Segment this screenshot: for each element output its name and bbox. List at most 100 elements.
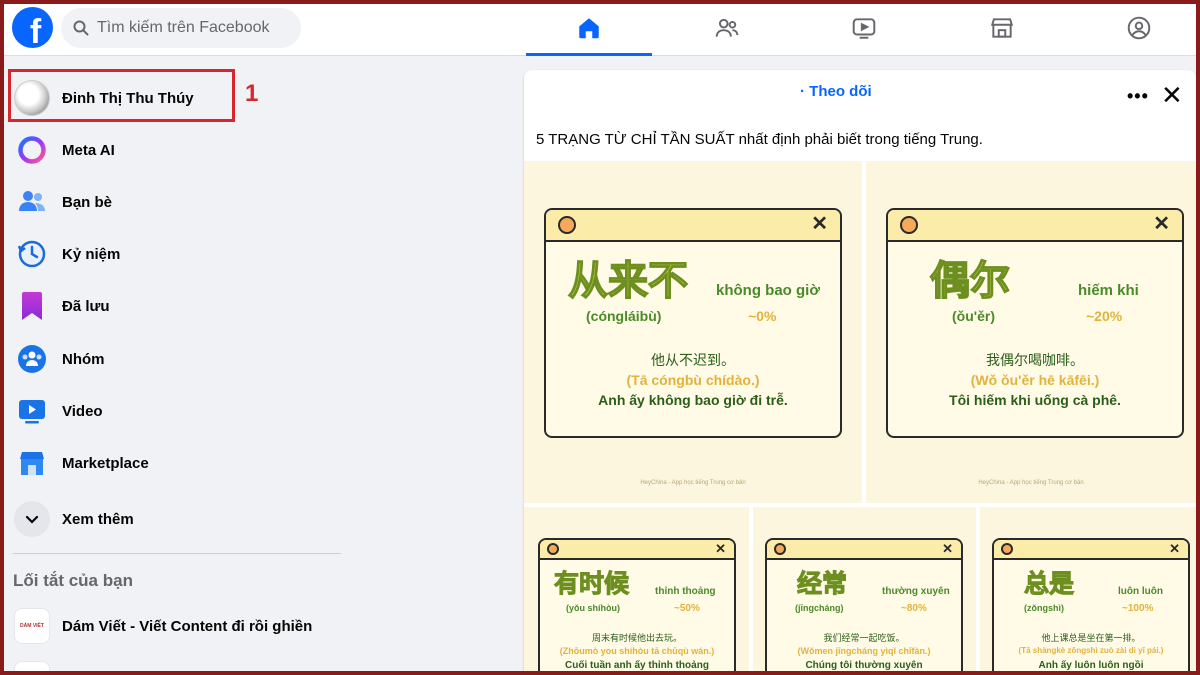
shortcut-thumb-text: DÁM VIẾT — [20, 623, 44, 629]
card-pinyin: (jīngcháng) — [795, 603, 844, 613]
sidebar-item-meta-ai[interactable]: Meta AI — [8, 124, 338, 176]
card-dot-icon — [547, 543, 559, 555]
sidebar-item-label: Marketplace — [62, 454, 149, 472]
facebook-logo[interactable]: f — [12, 7, 53, 48]
search-box[interactable] — [61, 8, 301, 48]
card-example-vietnamese: Tôi hiếm khi uống cà phê. — [949, 392, 1121, 408]
card-close-icon: ✕ — [811, 213, 828, 235]
card-meaning: thường xuyên — [882, 586, 950, 597]
sidebar-item-label: Kỷ niệm — [62, 245, 121, 263]
image-credit: HeyChina - App học tiếng Trung cơ bản — [978, 480, 1084, 486]
vocab-card: ✕ 经常 thường xuyên (jīngcháng) ~80% 我们经常一… — [765, 538, 963, 675]
post-image[interactable]: ✕ 有时候 thỉnh thoảng (yǒu shíhòu) ~50% 周末有… — [524, 507, 749, 675]
card-hanzi: 从来不 — [567, 257, 689, 305]
card-example-chinese: 他上课总是坐在第一排。 — [1041, 634, 1141, 644]
more-options-icon[interactable]: ••• — [1127, 86, 1149, 107]
shortcut-item[interactable]: DÁM VIẾT Dám Viết - Viết Content đi rồi … — [8, 600, 338, 652]
card-example-vietnamese: Cuối tuần anh ấy thỉnh thoảng — [565, 660, 709, 671]
search-input[interactable] — [97, 19, 287, 37]
card-close-icon: ✕ — [942, 541, 953, 556]
card-percent: ~20% — [1086, 308, 1123, 324]
card-hanzi: 偶尔 — [929, 257, 1011, 305]
tab-marketplace[interactable] — [939, 0, 1065, 56]
card-example-chinese: 我偶尔喝咖啡。 — [986, 353, 1084, 369]
shortcuts-title: Lối tắt của bạn — [13, 571, 133, 590]
tab-gaming[interactable] — [1076, 0, 1200, 56]
card-percent: ~80% — [901, 603, 927, 614]
follow-link[interactable]: · Theo dõi — [800, 83, 872, 100]
sidebar-item-friends[interactable]: Bạn bè — [8, 176, 338, 228]
card-pinyin: (yǒu shíhòu) — [566, 603, 620, 613]
post-image[interactable]: ✕ 从来不 không bao giờ (cóngláibù) ~0% 他从不迟… — [524, 161, 862, 503]
marketplace-icon — [990, 18, 1014, 38]
vocab-card: ✕ 偶尔 hiếm khi (ǒu'ěr) ~20% 我偶尔喝咖啡。 (Wǒ ǒ… — [886, 208, 1184, 438]
chevron-down-icon — [14, 501, 50, 537]
post-image[interactable]: ✕ 总是 luôn luôn (zǒngshì) ~100% 他上课总是坐在第一… — [980, 507, 1196, 675]
saved-icon — [14, 288, 50, 324]
gaming-icon — [1127, 16, 1151, 40]
sidebar-item-label: Xem thêm — [62, 510, 134, 528]
sidebar-divider — [13, 553, 341, 554]
image-credit: HeyChina - App học tiếng Trung cơ bản — [640, 480, 746, 486]
card-example-pinyin: (Zhōumò you shíhòu tā chūqù wán.) — [559, 646, 715, 656]
card-close-icon: ✕ — [1169, 541, 1180, 556]
friends-icon — [14, 184, 50, 220]
search-icon — [73, 20, 89, 36]
card-example-pinyin: (Wǒmen jīngcháng yìqǐ chīfàn.) — [797, 646, 931, 656]
sidebar-item-saved[interactable]: Đã lưu — [8, 280, 338, 332]
close-icon[interactable]: ✕ — [1161, 82, 1183, 108]
card-example-chinese: 他从不迟到。 — [651, 353, 735, 369]
card-example-vietnamese: Chúng tôi thường xuyên — [805, 660, 923, 671]
sidebar-item-label: Video — [62, 402, 103, 420]
groups-icon — [14, 341, 50, 377]
card-percent: ~0% — [748, 308, 777, 324]
memories-icon — [14, 236, 50, 272]
card-example-chinese: 周末有时候他出去玩。 — [591, 634, 682, 644]
card-example-pinyin: (Tā cóngbù chídào.) — [626, 372, 760, 388]
shortcut-thumbnail-partial — [14, 661, 50, 675]
card-dot-icon — [558, 216, 576, 234]
card-pinyin: (ǒu'ěr) — [952, 308, 995, 324]
card-hanzi: 经常 — [796, 569, 848, 599]
sidebar-item-marketplace[interactable]: Marketplace — [8, 437, 338, 489]
home-icon — [579, 18, 599, 39]
post-image[interactable]: ✕ 偶尔 hiếm khi (ǒu'ěr) ~20% 我偶尔喝咖啡。 (Wǒ ǒ… — [866, 161, 1196, 503]
video-icon — [852, 18, 876, 39]
card-title-bar: ✕ — [888, 210, 1182, 242]
shortcut-label: Dám Viết - Viết Content đi rồi ghiền — [62, 617, 313, 635]
card-close-icon: ✕ — [1153, 213, 1170, 235]
see-more-button[interactable]: Xem thêm — [8, 493, 338, 545]
card-example-vietnamese: Anh ấy không bao giờ đi trễ. — [598, 392, 788, 408]
card-example-chinese: 我们经常一起吃饭。 — [823, 634, 905, 644]
card-close-icon: ✕ — [715, 541, 726, 556]
vocab-card: ✕ 从来不 không bao giờ (cóngláibù) ~0% 他从不迟… — [544, 208, 842, 438]
facebook-logo-letter: f — [29, 13, 42, 48]
card-example-pinyin: (Tā shàngkè zǒngshì zuò zài dì yī pái.) — [1018, 646, 1164, 655]
sidebar-item-label: Meta AI — [62, 141, 115, 159]
feed-post: · Theo dõi ••• ✕ 5 TRẠNG TỪ CHỈ TẦN SUẤT… — [524, 70, 1196, 675]
card-dot-icon — [900, 216, 918, 234]
annotation-highlight-box — [8, 69, 235, 122]
card-meaning: không bao giờ — [716, 282, 820, 299]
sidebar-item-memories[interactable]: Kỷ niệm — [8, 228, 338, 280]
sidebar-item-groups[interactable]: Nhóm — [8, 333, 338, 385]
sidebar-item-label: Bạn bè — [62, 193, 113, 211]
shortcut-thumbnail: DÁM VIẾT — [14, 608, 50, 644]
tab-video[interactable] — [801, 0, 927, 56]
sidebar-item-label: Đã lưu — [62, 297, 110, 315]
card-example-vietnamese: Anh ấy luôn luôn ngồi — [1038, 660, 1144, 671]
card-hanzi: 总是 — [1023, 569, 1075, 599]
marketplace-icon — [14, 445, 50, 481]
tab-friends[interactable] — [664, 0, 790, 56]
top-navigation-bar: f — [0, 0, 1200, 56]
tab-home[interactable] — [526, 0, 652, 56]
sidebar-item-video[interactable]: Video — [8, 385, 338, 437]
post-image[interactable]: ✕ 经常 thường xuyên (jīngcháng) ~80% 我们经常一… — [753, 507, 976, 675]
card-title-bar: ✕ — [546, 210, 840, 242]
card-title-bar: ✕ — [994, 540, 1188, 560]
card-example-pinyin: (Wǒ ǒu'ěr hē kāfēi.) — [970, 372, 1100, 388]
card-meaning: hiếm khi — [1078, 282, 1139, 299]
card-dot-icon — [774, 543, 786, 555]
video-icon — [14, 393, 50, 429]
card-dot-icon — [1001, 543, 1013, 555]
